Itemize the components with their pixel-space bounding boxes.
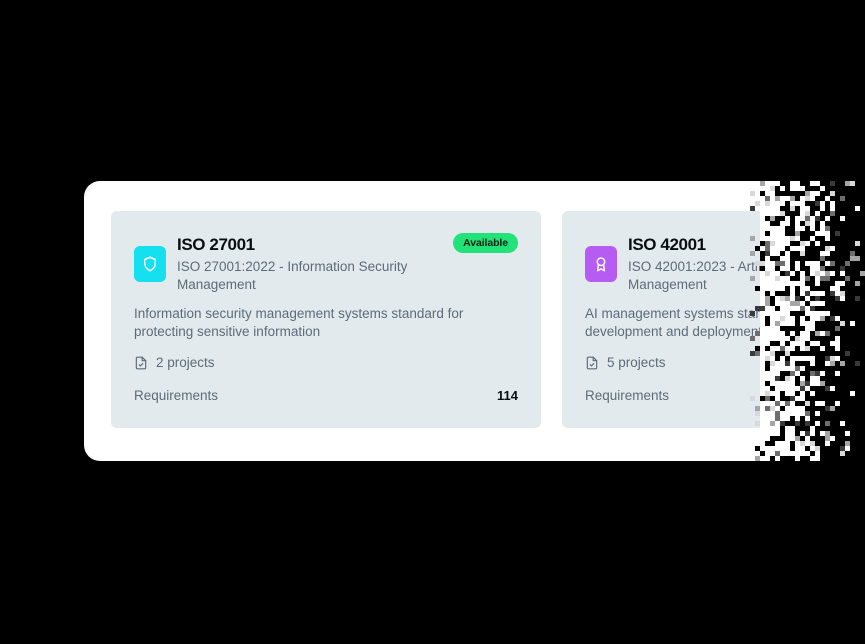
- document-check-icon: [585, 356, 599, 370]
- projects-label: 5 projects: [607, 355, 666, 370]
- card-description: AI management systems standard for respo…: [585, 306, 865, 339]
- card-description: Information security management systems …: [134, 306, 464, 339]
- framework-card-iso42001[interactable]: ISO 42001 ISO 42001:2023 - Artificial In…: [562, 211, 865, 428]
- card-subtitle: ISO 27001:2022 - Information Security Ma…: [177, 259, 408, 292]
- card-title: ISO 42001: [628, 235, 706, 254]
- status-badge: Available: [453, 233, 518, 253]
- stage: ISO 27001 Available ISO 27001:2022 - Inf…: [0, 0, 865, 644]
- projects-count: 2 projects: [134, 355, 215, 370]
- frameworks-panel: ISO 27001 Available ISO 27001:2022 - Inf…: [84, 181, 865, 461]
- document-check-icon: [134, 356, 148, 370]
- requirements-label: Requirements: [134, 388, 219, 403]
- requirements-value: 114: [497, 388, 518, 403]
- card-subtitle: ISO 42001:2023 - Artificial Intelligence…: [628, 259, 857, 292]
- framework-card-iso27001[interactable]: ISO 27001 Available ISO 27001:2022 - Inf…: [111, 211, 541, 428]
- award-icon: [596, 257, 606, 272]
- projects-count: 5 projects: [585, 355, 666, 370]
- shield-icon: [144, 256, 156, 272]
- card-title: ISO 27001: [177, 235, 255, 254]
- iso42001-icon-tile: [585, 246, 617, 282]
- requirements-label: Requirements: [585, 388, 670, 403]
- projects-label: 2 projects: [156, 355, 215, 370]
- iso27001-icon-tile: [134, 246, 166, 282]
